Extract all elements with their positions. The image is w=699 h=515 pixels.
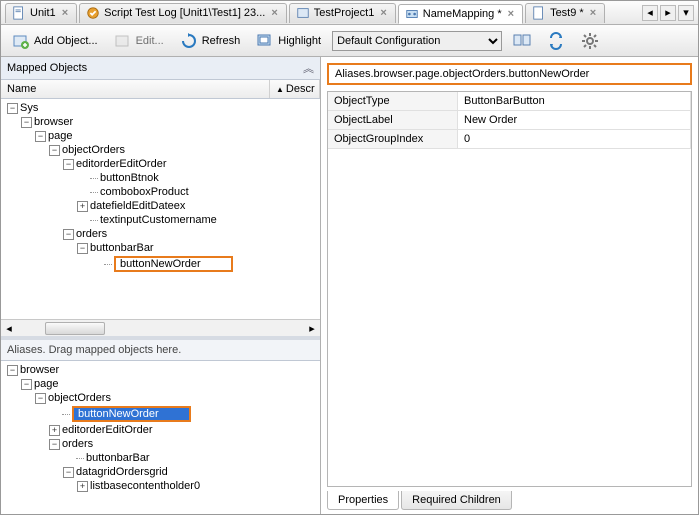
prop-value[interactable]: 0 <box>458 130 691 149</box>
tab-label: Test9 * <box>550 7 584 19</box>
prop-row: ObjectType ButtonBarButton <box>328 92 691 111</box>
tree-node-objectorders[interactable]: −objectOrders <box>47 143 320 157</box>
tab-unit1[interactable]: Unit1 × <box>5 3 77 23</box>
edit-icon <box>114 32 132 50</box>
refresh-label: Refresh <box>202 35 241 47</box>
alias-path[interactable]: Aliases.browser.page.objectOrders.button… <box>327 63 692 85</box>
tab-label: Script Test Log [Unit1\Test1] 23... <box>104 7 265 19</box>
bottom-tabs: Properties Required Children <box>321 491 698 514</box>
prop-value[interactable]: ButtonBarButton <box>458 92 691 111</box>
highlight-icon <box>256 32 274 50</box>
tab-label: NameMapping * <box>423 8 502 20</box>
tab-scroll-left[interactable]: ◂ <box>642 5 658 21</box>
prop-row: ObjectGroupIndex 0 <box>328 130 691 149</box>
log-icon <box>86 6 100 20</box>
mapped-objects-title: Mapped Objects <box>7 62 87 74</box>
highlight-button[interactable]: Highlight <box>251 29 326 53</box>
settings-button[interactable] <box>576 29 604 53</box>
tab-namemapping[interactable]: NameMapping * × <box>398 4 523 24</box>
tree-node-buttonneworder[interactable]: buttonNewOrder <box>89 255 320 273</box>
sync-icon <box>547 32 565 50</box>
col-desc[interactable]: Descr <box>286 83 315 95</box>
alias-editorder[interactable]: +editorderEditOrder <box>47 423 320 437</box>
tree-node-buttonbar[interactable]: −buttonbarBar <box>75 241 320 255</box>
required-children-tab[interactable]: Required Children <box>401 491 512 510</box>
editor-tabbar: Unit1 × Script Test Log [Unit1\Test1] 23… <box>1 1 698 25</box>
alias-buttonneworder[interactable]: buttonNewOrder <box>47 405 320 423</box>
compare-button[interactable] <box>508 29 536 53</box>
col-name[interactable]: Name <box>1 80 270 98</box>
tree-node-datefield[interactable]: +datefieldEditDateex <box>75 199 320 213</box>
tab-label: Unit1 <box>30 7 56 19</box>
tab-list-dropdown[interactable]: ▾ <box>678 5 694 21</box>
alias-buttonbar[interactable]: buttonbarBar <box>61 451 320 465</box>
mapped-objects-header: Mapped Objects ︽ <box>1 57 320 80</box>
gear-icon <box>581 32 599 50</box>
tree-node-browser[interactable]: −browser <box>19 115 320 129</box>
close-icon[interactable]: × <box>378 7 388 19</box>
alias-orders[interactable]: −orders <box>47 437 320 451</box>
h-scrollbar[interactable]: ◂ ▸ <box>1 319 320 336</box>
prop-name: ObjectType <box>328 92 458 111</box>
tree-node-orders[interactable]: −orders <box>61 227 320 241</box>
refresh-icon <box>180 32 198 50</box>
alias-browser[interactable]: −browser <box>5 363 320 377</box>
tree-node-buttonbtnok[interactable]: buttonBtnok <box>75 171 320 185</box>
tree-node-page[interactable]: −page <box>33 129 320 143</box>
aliases-tree[interactable]: −browser −page −objectOrders buttonNewOr… <box>1 361 320 514</box>
right-pane: Aliases.browser.page.objectOrders.button… <box>321 57 698 514</box>
add-object-button[interactable]: Add Object... <box>7 29 103 53</box>
edit-label: Edit... <box>136 35 164 47</box>
compare-icon <box>513 32 531 50</box>
toolbar: Add Object... Edit... Refresh Highlight … <box>1 25 698 57</box>
tab-nav: ◂ ▸ ▾ <box>642 5 694 21</box>
prop-name: ObjectLabel <box>328 111 458 130</box>
sync-button[interactable] <box>542 29 570 53</box>
tree-node-editorder[interactable]: −editorderEditOrder <box>61 157 320 171</box>
tab-testproject[interactable]: TestProject1 × <box>289 3 396 23</box>
mapped-grid-header: Name ▲Descr <box>1 80 320 99</box>
refresh-button[interactable]: Refresh <box>175 29 246 53</box>
tab-label: TestProject1 <box>314 7 375 19</box>
properties-tab[interactable]: Properties <box>327 491 399 510</box>
edit-button[interactable]: Edit... <box>109 29 169 53</box>
mapped-tree[interactable]: −Sys −browser −page −objectOrders −edito… <box>1 99 320 319</box>
tree-node-textinput[interactable]: textinputCustomername <box>75 213 320 227</box>
alias-listbase[interactable]: +listbasecontentholder0 <box>75 479 320 493</box>
close-icon[interactable]: × <box>506 8 516 20</box>
scrollbar-thumb[interactable] <box>45 322 105 335</box>
add-object-label: Add Object... <box>34 35 98 47</box>
tree-node-sys[interactable]: −Sys <box>5 101 320 115</box>
mapping-icon <box>405 7 419 21</box>
config-select[interactable]: Default Configuration <box>332 31 502 51</box>
prop-row: ObjectLabel New Order <box>328 111 691 130</box>
alias-datagrid[interactable]: −datagridOrdersgrid <box>61 465 320 479</box>
highlight-label: Highlight <box>278 35 321 47</box>
tab-scroll-right[interactable]: ▸ <box>660 5 676 21</box>
prop-value[interactable]: New Order <box>458 111 691 130</box>
document-icon <box>12 6 26 20</box>
close-icon[interactable]: × <box>588 7 598 19</box>
properties-grid[interactable]: ObjectType ButtonBarButton ObjectLabel N… <box>327 91 692 487</box>
close-icon[interactable]: × <box>269 7 279 19</box>
tree-node-combobox[interactable]: comboboxProduct <box>75 185 320 199</box>
collapse-icon[interactable]: ︽ <box>303 60 314 76</box>
close-icon[interactable]: × <box>60 7 70 19</box>
add-icon <box>12 32 30 50</box>
aliases-hint: Aliases. Drag mapped objects here. <box>1 340 320 361</box>
alias-objectorders[interactable]: −objectOrders <box>33 391 320 405</box>
tab-test9[interactable]: Test9 * × <box>525 3 605 23</box>
aliases-panel: Aliases. Drag mapped objects here. −brow… <box>1 340 320 514</box>
collapse-toggle[interactable]: − <box>7 103 18 114</box>
left-pane: Mapped Objects ︽ Name ▲Descr −Sys −brows… <box>1 57 321 514</box>
project-icon <box>296 6 310 20</box>
tab-scriptlog[interactable]: Script Test Log [Unit1\Test1] 23... × <box>79 3 287 23</box>
document-icon <box>532 6 546 20</box>
alias-page[interactable]: −page <box>19 377 320 391</box>
prop-name: ObjectGroupIndex <box>328 130 458 149</box>
